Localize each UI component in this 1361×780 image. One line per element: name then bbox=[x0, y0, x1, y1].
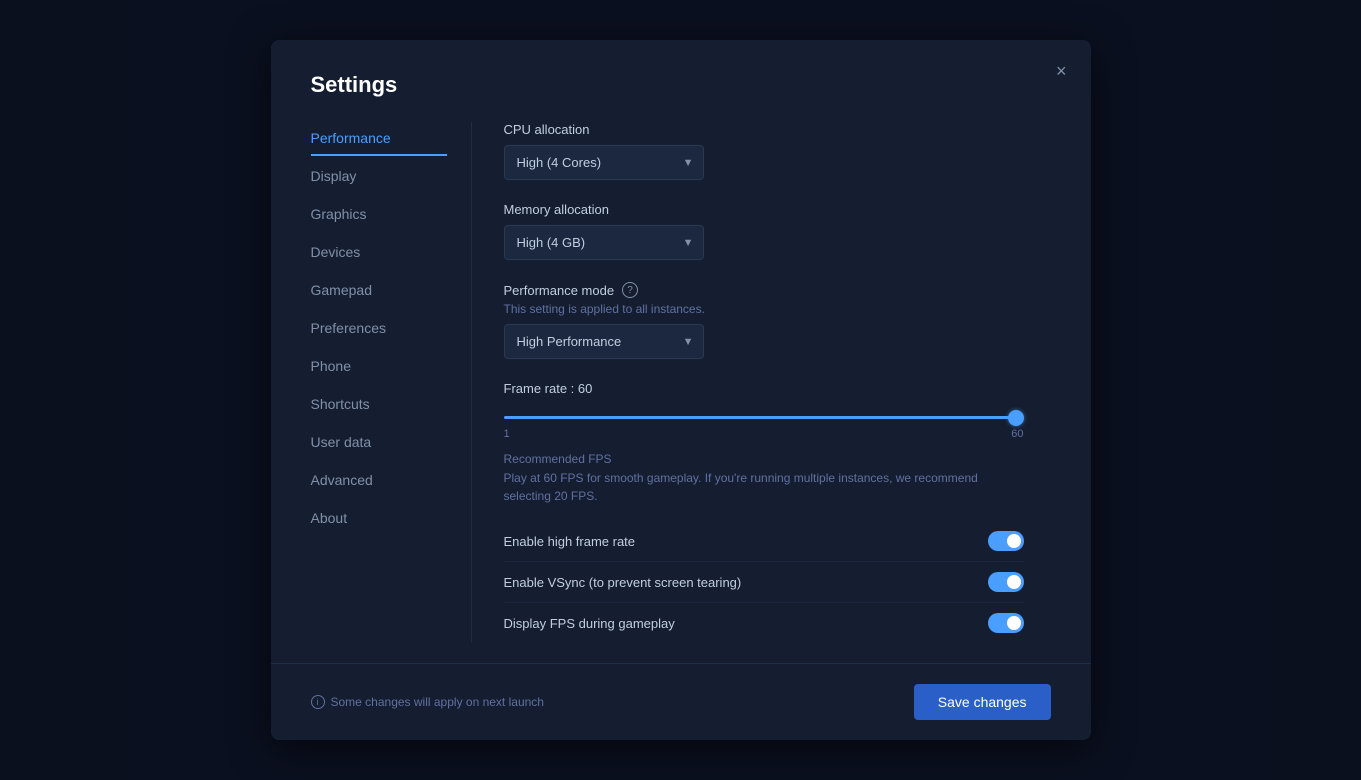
performance-mode-sublabel: This setting is applied to all instances… bbox=[504, 302, 1051, 316]
sidebar-item-phone[interactable]: Phone bbox=[311, 350, 447, 384]
modal-title: Settings bbox=[271, 40, 1091, 122]
slider-max-label: 60 bbox=[1011, 428, 1023, 440]
sidebar-item-performance[interactable]: Performance bbox=[311, 122, 447, 156]
performance-mode-help-icon[interactable]: ? bbox=[622, 282, 638, 298]
sidebar-item-graphics[interactable]: Graphics bbox=[311, 198, 447, 232]
memory-allocation-wrapper: High (4 GB) Low (1 GB) Medium (2 GB) Ult… bbox=[504, 225, 704, 260]
content-panel: CPU allocation High (4 Cores) Low (1 Cor… bbox=[471, 122, 1051, 643]
performance-mode-title-row: Performance mode ? bbox=[504, 282, 1051, 298]
frame-rate-label: Frame rate : 60 bbox=[504, 381, 1051, 396]
sidebar-item-devices[interactable]: Devices bbox=[311, 236, 447, 270]
performance-mode-label: Performance mode bbox=[504, 283, 615, 298]
performance-mode-wrapper: High Performance Balanced Power Saving ▼ bbox=[504, 324, 704, 359]
slider-min-label: 1 bbox=[504, 428, 510, 440]
sidebar-item-about[interactable]: About bbox=[311, 502, 447, 536]
sidebar: Performance Display Graphics Devices Gam… bbox=[311, 122, 471, 643]
save-changes-button[interactable]: Save changes bbox=[914, 684, 1051, 720]
memory-allocation-select[interactable]: High (4 GB) Low (1 GB) Medium (2 GB) Ult… bbox=[504, 225, 704, 260]
rec-fps-description: Play at 60 FPS for smooth gameplay. If y… bbox=[504, 469, 1004, 505]
toggle-high-frame-rate[interactable] bbox=[988, 531, 1024, 551]
performance-mode-select[interactable]: High Performance Balanced Power Saving bbox=[504, 324, 704, 359]
modal-footer: i Some changes will apply on next launch… bbox=[271, 663, 1091, 740]
info-icon: i bbox=[311, 695, 325, 709]
frame-rate-slider[interactable] bbox=[504, 416, 1024, 419]
toggle-high-frame-rate-label: Enable high frame rate bbox=[504, 534, 636, 549]
toggle-display-fps-track bbox=[988, 613, 1024, 633]
cpu-allocation-wrapper: High (4 Cores) Low (1 Core) Medium (2 Co… bbox=[504, 145, 704, 180]
toggle-display-fps-label: Display FPS during gameplay bbox=[504, 616, 675, 631]
toggle-display-fps[interactable] bbox=[988, 613, 1024, 633]
frame-rate-slider-container bbox=[504, 406, 1024, 424]
toggle-vsync-label: Enable VSync (to prevent screen tearing) bbox=[504, 575, 742, 590]
modal-overlay: × Settings Performance Display Graphics … bbox=[0, 0, 1361, 780]
settings-modal: × Settings Performance Display Graphics … bbox=[271, 40, 1091, 740]
footer-note-text: Some changes will apply on next launch bbox=[331, 695, 544, 709]
sidebar-item-preferences[interactable]: Preferences bbox=[311, 312, 447, 346]
cpu-allocation-label: CPU allocation bbox=[504, 122, 1051, 137]
sidebar-item-display[interactable]: Display bbox=[311, 160, 447, 194]
sidebar-item-gamepad[interactable]: Gamepad bbox=[311, 274, 447, 308]
cpu-allocation-select[interactable]: High (4 Cores) Low (1 Core) Medium (2 Co… bbox=[504, 145, 704, 180]
modal-body: Performance Display Graphics Devices Gam… bbox=[271, 122, 1091, 643]
rec-fps-title: Recommended FPS bbox=[504, 452, 1051, 466]
sidebar-item-shortcuts[interactable]: Shortcuts bbox=[311, 388, 447, 422]
toggle-row-display-fps: Display FPS during gameplay bbox=[504, 603, 1024, 643]
toggle-row-high-frame-rate: Enable high frame rate bbox=[504, 521, 1024, 562]
toggle-vsync-track bbox=[988, 572, 1024, 592]
toggle-row-vsync: Enable VSync (to prevent screen tearing) bbox=[504, 562, 1024, 603]
toggle-vsync[interactable] bbox=[988, 572, 1024, 592]
sidebar-item-user-data[interactable]: User data bbox=[311, 426, 447, 460]
toggle-high-frame-rate-track bbox=[988, 531, 1024, 551]
memory-allocation-label: Memory allocation bbox=[504, 202, 1051, 217]
close-button[interactable]: × bbox=[1050, 58, 1073, 84]
slider-range-labels: 1 60 bbox=[504, 428, 1024, 440]
sidebar-item-advanced[interactable]: Advanced bbox=[311, 464, 447, 498]
footer-note: i Some changes will apply on next launch bbox=[311, 695, 544, 709]
